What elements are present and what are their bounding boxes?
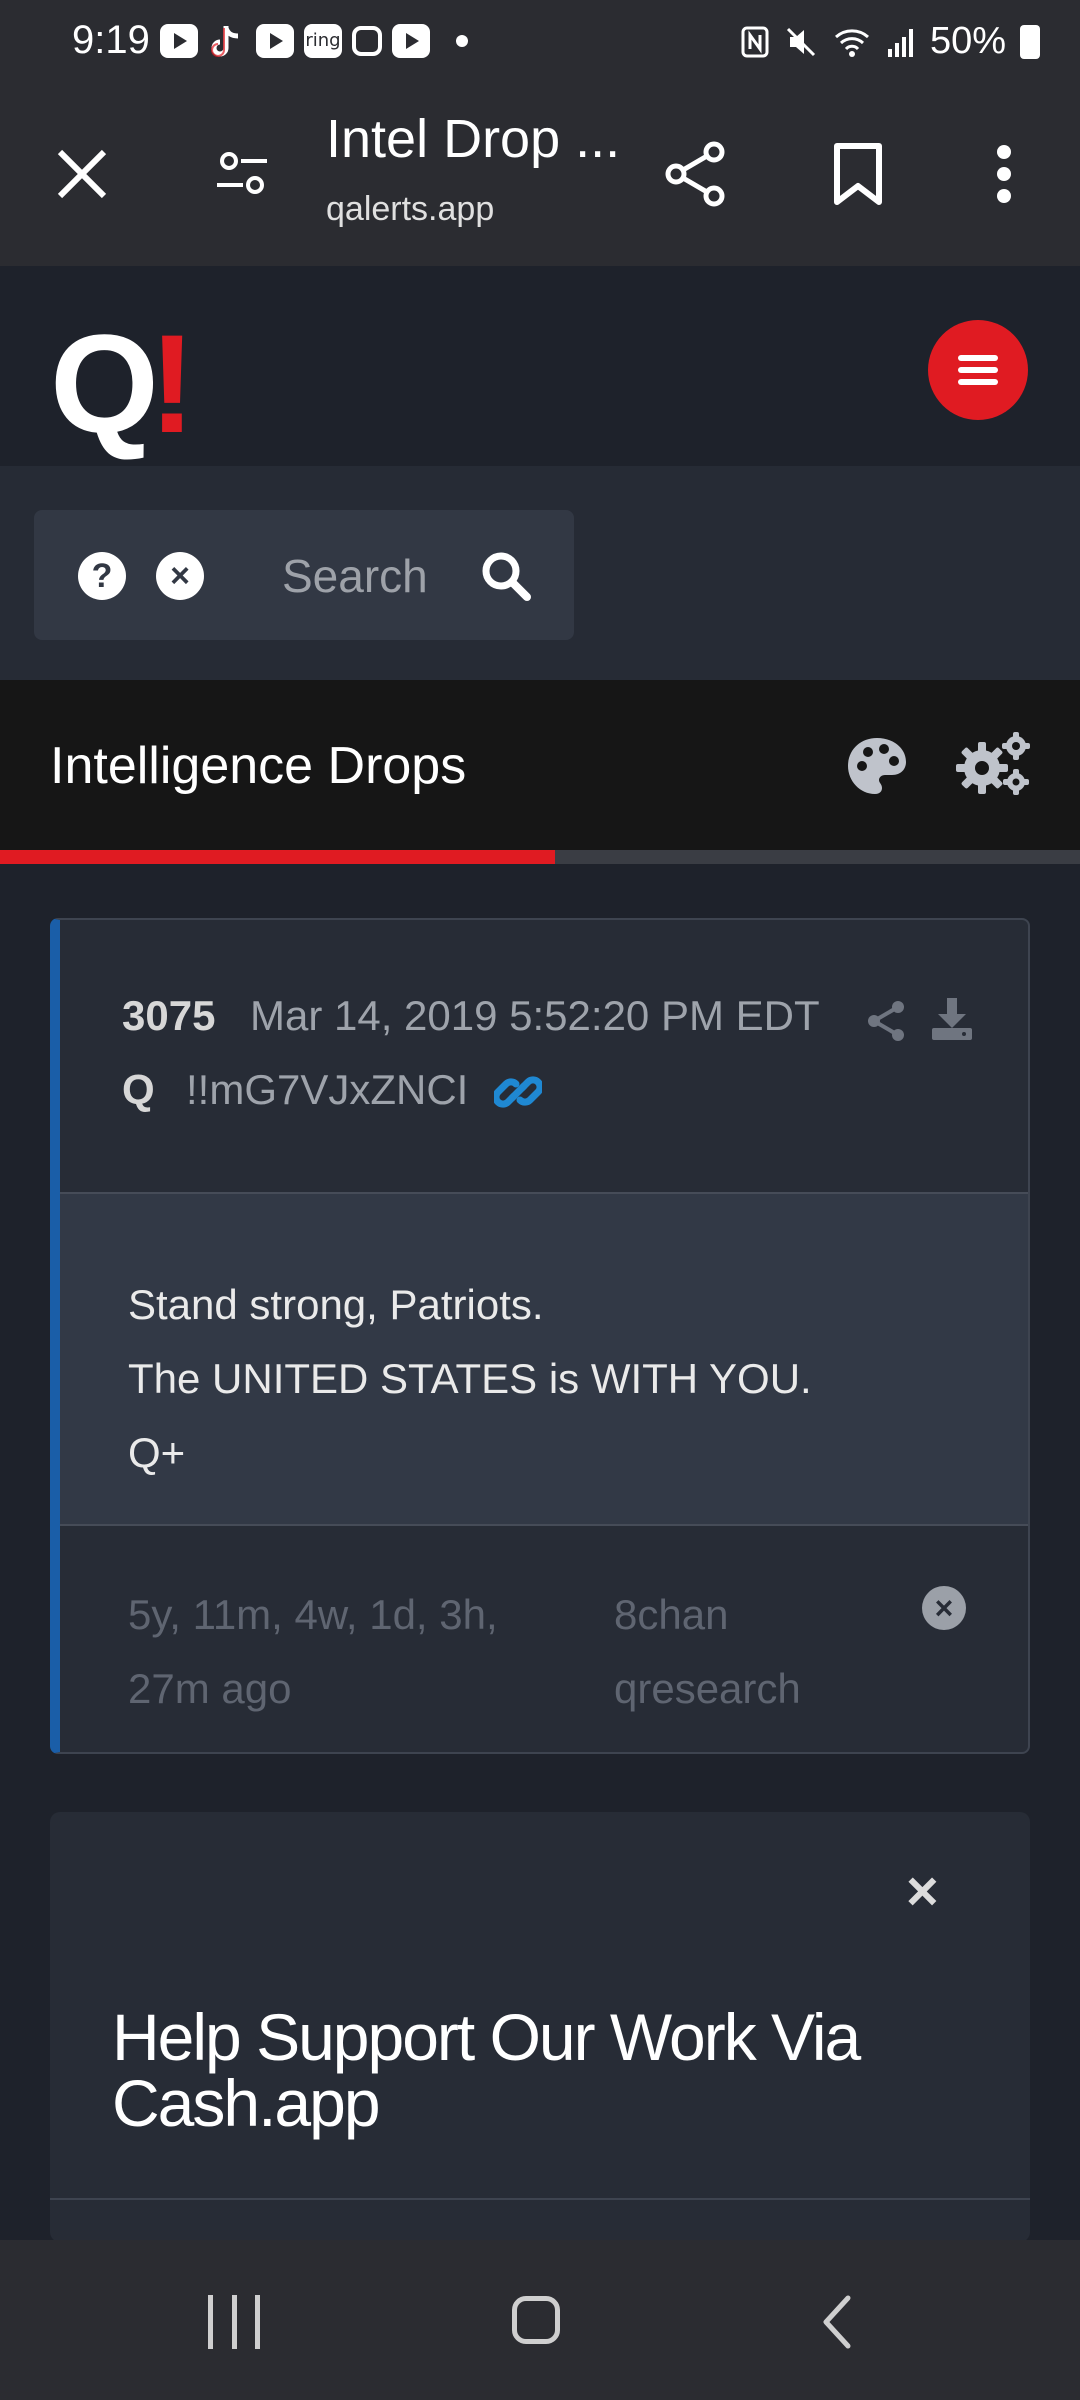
drop-date: Mar 14, 2019 5:52:20 PM EDT (250, 992, 820, 1039)
site-header: Q! (0, 266, 1080, 469)
link-icon[interactable] (494, 1068, 542, 1116)
drop-line: The UNITED STATES is WITH YOU. (128, 1355, 812, 1402)
signal-icon (887, 28, 913, 57)
browser-toolbar: Intel Drop ... qalerts.app (0, 86, 1080, 268)
search-icon[interactable] (480, 550, 532, 602)
palette-icon[interactable] (846, 736, 908, 796)
share-icon[interactable] (866, 1000, 906, 1042)
section-header: Intelligence Drops (0, 680, 1080, 850)
logo-q: Q (50, 305, 159, 462)
drop-number[interactable]: 3075 (122, 992, 215, 1040)
tiktok-icon (208, 24, 246, 58)
close-banner-button[interactable]: × (906, 1858, 939, 1923)
drop-tripcode: !!mG7VJxZNCI (186, 1066, 469, 1113)
recents-button[interactable] (208, 2295, 260, 2349)
back-button[interactable] (820, 2294, 852, 2350)
clear-search-icon[interactable]: × (156, 552, 204, 600)
help-icon[interactable]: ? (78, 552, 126, 600)
page-url[interactable]: qalerts.app (326, 190, 494, 229)
drop-line: Q+ (128, 1429, 186, 1476)
page-settings-button[interactable] (202, 134, 282, 214)
bookmark-button[interactable] (818, 134, 898, 214)
notification-icons: ring (160, 24, 468, 58)
instagram-icon (352, 26, 382, 56)
site-logo[interactable]: Q! (50, 314, 196, 454)
share-button[interactable] (656, 134, 736, 214)
drop-header: 3075 Mar 14, 2019 5:52:20 PM EDT Q !!mG7… (60, 920, 1028, 1194)
more-notifications-dot (456, 35, 468, 47)
drop-text: Stand strong, Patriots. The UNITED STATE… (128, 1268, 812, 1490)
support-banner: × Help Support Our Work Via Cash.app (50, 1812, 1030, 2242)
system-indicators: 50% (740, 20, 1040, 63)
battery-icon (1020, 24, 1040, 59)
share-icon (665, 141, 725, 207)
home-button[interactable] (512, 2296, 560, 2344)
youtube-icon (160, 24, 198, 58)
divider (50, 2198, 1030, 2200)
nfc-icon (741, 26, 769, 57)
menu-button[interactable] (928, 320, 1028, 420)
page-title: Intel Drop ... (326, 109, 621, 169)
hamburger-icon (958, 349, 998, 391)
search-input[interactable] (280, 540, 454, 612)
battery-percent: 50% (929, 20, 1006, 62)
support-heading: Help Support Our Work Via Cash.app (112, 2000, 861, 2140)
close-circle-icon[interactable]: × (922, 1586, 966, 1630)
drop-body: Stand strong, Patriots. The UNITED STATE… (60, 1194, 1028, 1526)
tune-icon (217, 152, 267, 194)
youtube-icon (256, 24, 294, 58)
drop-source[interactable]: 8chan qresearch (614, 1578, 814, 1726)
logo-bang: ! (148, 305, 196, 462)
section-title: Intelligence Drops (50, 737, 467, 795)
drop-author: Q (122, 1066, 155, 1113)
settings-gears-icon[interactable] (956, 732, 1032, 796)
drop-line: Stand strong, Patriots. (128, 1281, 544, 1328)
status-time: 9:19 (72, 18, 150, 62)
mute-icon (786, 27, 815, 56)
close-icon (57, 149, 107, 199)
more-options-button[interactable] (964, 134, 1044, 214)
bookmark-icon (834, 143, 882, 205)
download-icon[interactable] (930, 996, 974, 1042)
drop-card: 3075 Mar 14, 2019 5:52:20 PM EDT Q !!mG7… (50, 918, 1030, 1754)
more-vert-icon (997, 145, 1011, 203)
close-tab-button[interactable] (42, 134, 122, 214)
drop-age: 5y, 11m, 4w, 1d, 3h, 27m ago (128, 1591, 498, 1712)
youtube-icon (392, 24, 430, 58)
scroll-progress-fill (0, 850, 556, 864)
search-area: ? × (0, 466, 1080, 680)
scroll-progress-bar (0, 850, 1080, 864)
system-nav-bar (0, 2240, 1080, 2400)
ring-icon: ring (304, 24, 342, 58)
search-box: ? × (34, 510, 574, 640)
wifi-icon (834, 28, 869, 57)
status-bar: 9:19 ring 50% (0, 0, 1080, 86)
